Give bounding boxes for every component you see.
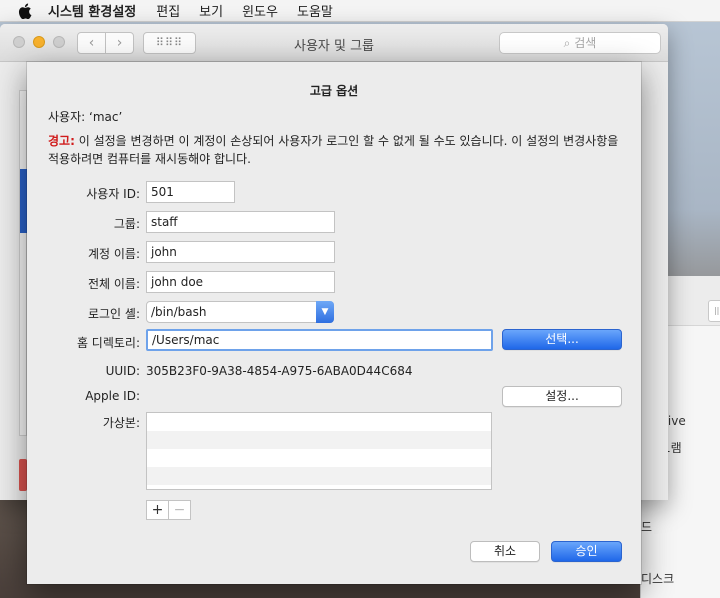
add-alias-button[interactable]: +: [147, 501, 169, 519]
setup-button[interactable]: 설정...: [502, 386, 622, 407]
menu-view[interactable]: 보기: [199, 1, 223, 20]
add-remove-buttons: + −: [146, 500, 191, 520]
search-input[interactable]: ⌕ 검색: [499, 32, 661, 54]
window-titlebar: ‹ › ⠿⠿⠿ 사용자 및 그룹 ⌕ 검색: [0, 24, 668, 62]
full-name-label: 전체 이름:: [87, 277, 140, 291]
login-shell-label: 로그인 셸:: [87, 307, 140, 321]
home-directory-label: 홈 디렉토리:: [76, 336, 140, 350]
login-shell-value: /bin/bash: [151, 305, 207, 319]
list-item[interactable]: [147, 413, 491, 431]
background-text: 디스크: [641, 572, 675, 586]
user-value: ‘mac’: [89, 110, 123, 124]
advanced-options-sheet: 고급 옵션 사용자: ‘mac’ 경고: 이 설정을 변경하면 이 계정이 손상…: [27, 62, 641, 584]
user-list-sidebar[interactable]: [19, 90, 27, 436]
user-id-field[interactable]: 501: [146, 181, 235, 203]
group-label: 그룹:: [113, 217, 140, 231]
chevron-down-icon[interactable]: ▼: [316, 301, 334, 323]
background-text: 드: [641, 520, 653, 534]
account-name-label: 계정 이름:: [87, 247, 140, 261]
warning-message: 경고: 이 설정을 변경하면 이 계정이 손상되어 사용자가 로그인 할 수 없…: [48, 132, 628, 168]
choose-button[interactable]: 선택...: [502, 329, 622, 350]
remove-alias-button[interactable]: −: [169, 501, 190, 519]
uuid-value: 305B23F0-9A38-4854-A975-6ABA0D44C684: [146, 364, 413, 378]
background-window-button[interactable]: |||: [708, 300, 720, 322]
user-label: 사용자:: [48, 110, 86, 124]
apple-id-label: Apple ID:: [85, 389, 140, 403]
cancel-button[interactable]: 취소: [470, 541, 540, 562]
menu-window[interactable]: 윈도우: [242, 1, 278, 20]
list-item[interactable]: [147, 449, 491, 467]
account-name-field[interactable]: john: [146, 241, 335, 263]
menu-app-name[interactable]: 시스템 환경설정: [48, 1, 136, 20]
menu-bar: 시스템 환경설정 편집 보기 윈도우 도움말: [0, 0, 720, 22]
ok-button[interactable]: 승인: [551, 541, 622, 562]
warning-label: 경고:: [48, 134, 75, 148]
aliases-label: 가상본:: [102, 416, 140, 430]
apple-icon[interactable]: [18, 2, 32, 19]
uuid-label: UUID:: [105, 364, 140, 378]
user-id-label: 사용자 ID:: [86, 187, 140, 201]
list-item[interactable]: [147, 467, 491, 485]
warning-text: 이 설정을 변경하면 이 계정이 손상되어 사용자가 로그인 할 수 없게 될 …: [48, 134, 619, 166]
home-directory-field[interactable]: /Users/mac: [146, 329, 493, 351]
search-placeholder: 검색: [574, 36, 597, 50]
aliases-list[interactable]: [146, 412, 492, 490]
menu-help[interactable]: 도움말: [297, 1, 333, 20]
selected-user-row[interactable]: [20, 169, 27, 233]
login-shell-select[interactable]: /bin/bash ▼: [146, 301, 334, 323]
group-field[interactable]: staff: [146, 211, 335, 233]
menu-edit[interactable]: 편집: [156, 1, 180, 20]
list-item[interactable]: [147, 431, 491, 449]
sheet-title: 고급 옵션: [309, 84, 359, 98]
full-name-field[interactable]: john doe: [146, 271, 335, 293]
user-line: 사용자: ‘mac’: [48, 108, 122, 125]
lock-icon[interactable]: [19, 459, 27, 491]
search-icon: ⌕: [563, 36, 575, 50]
